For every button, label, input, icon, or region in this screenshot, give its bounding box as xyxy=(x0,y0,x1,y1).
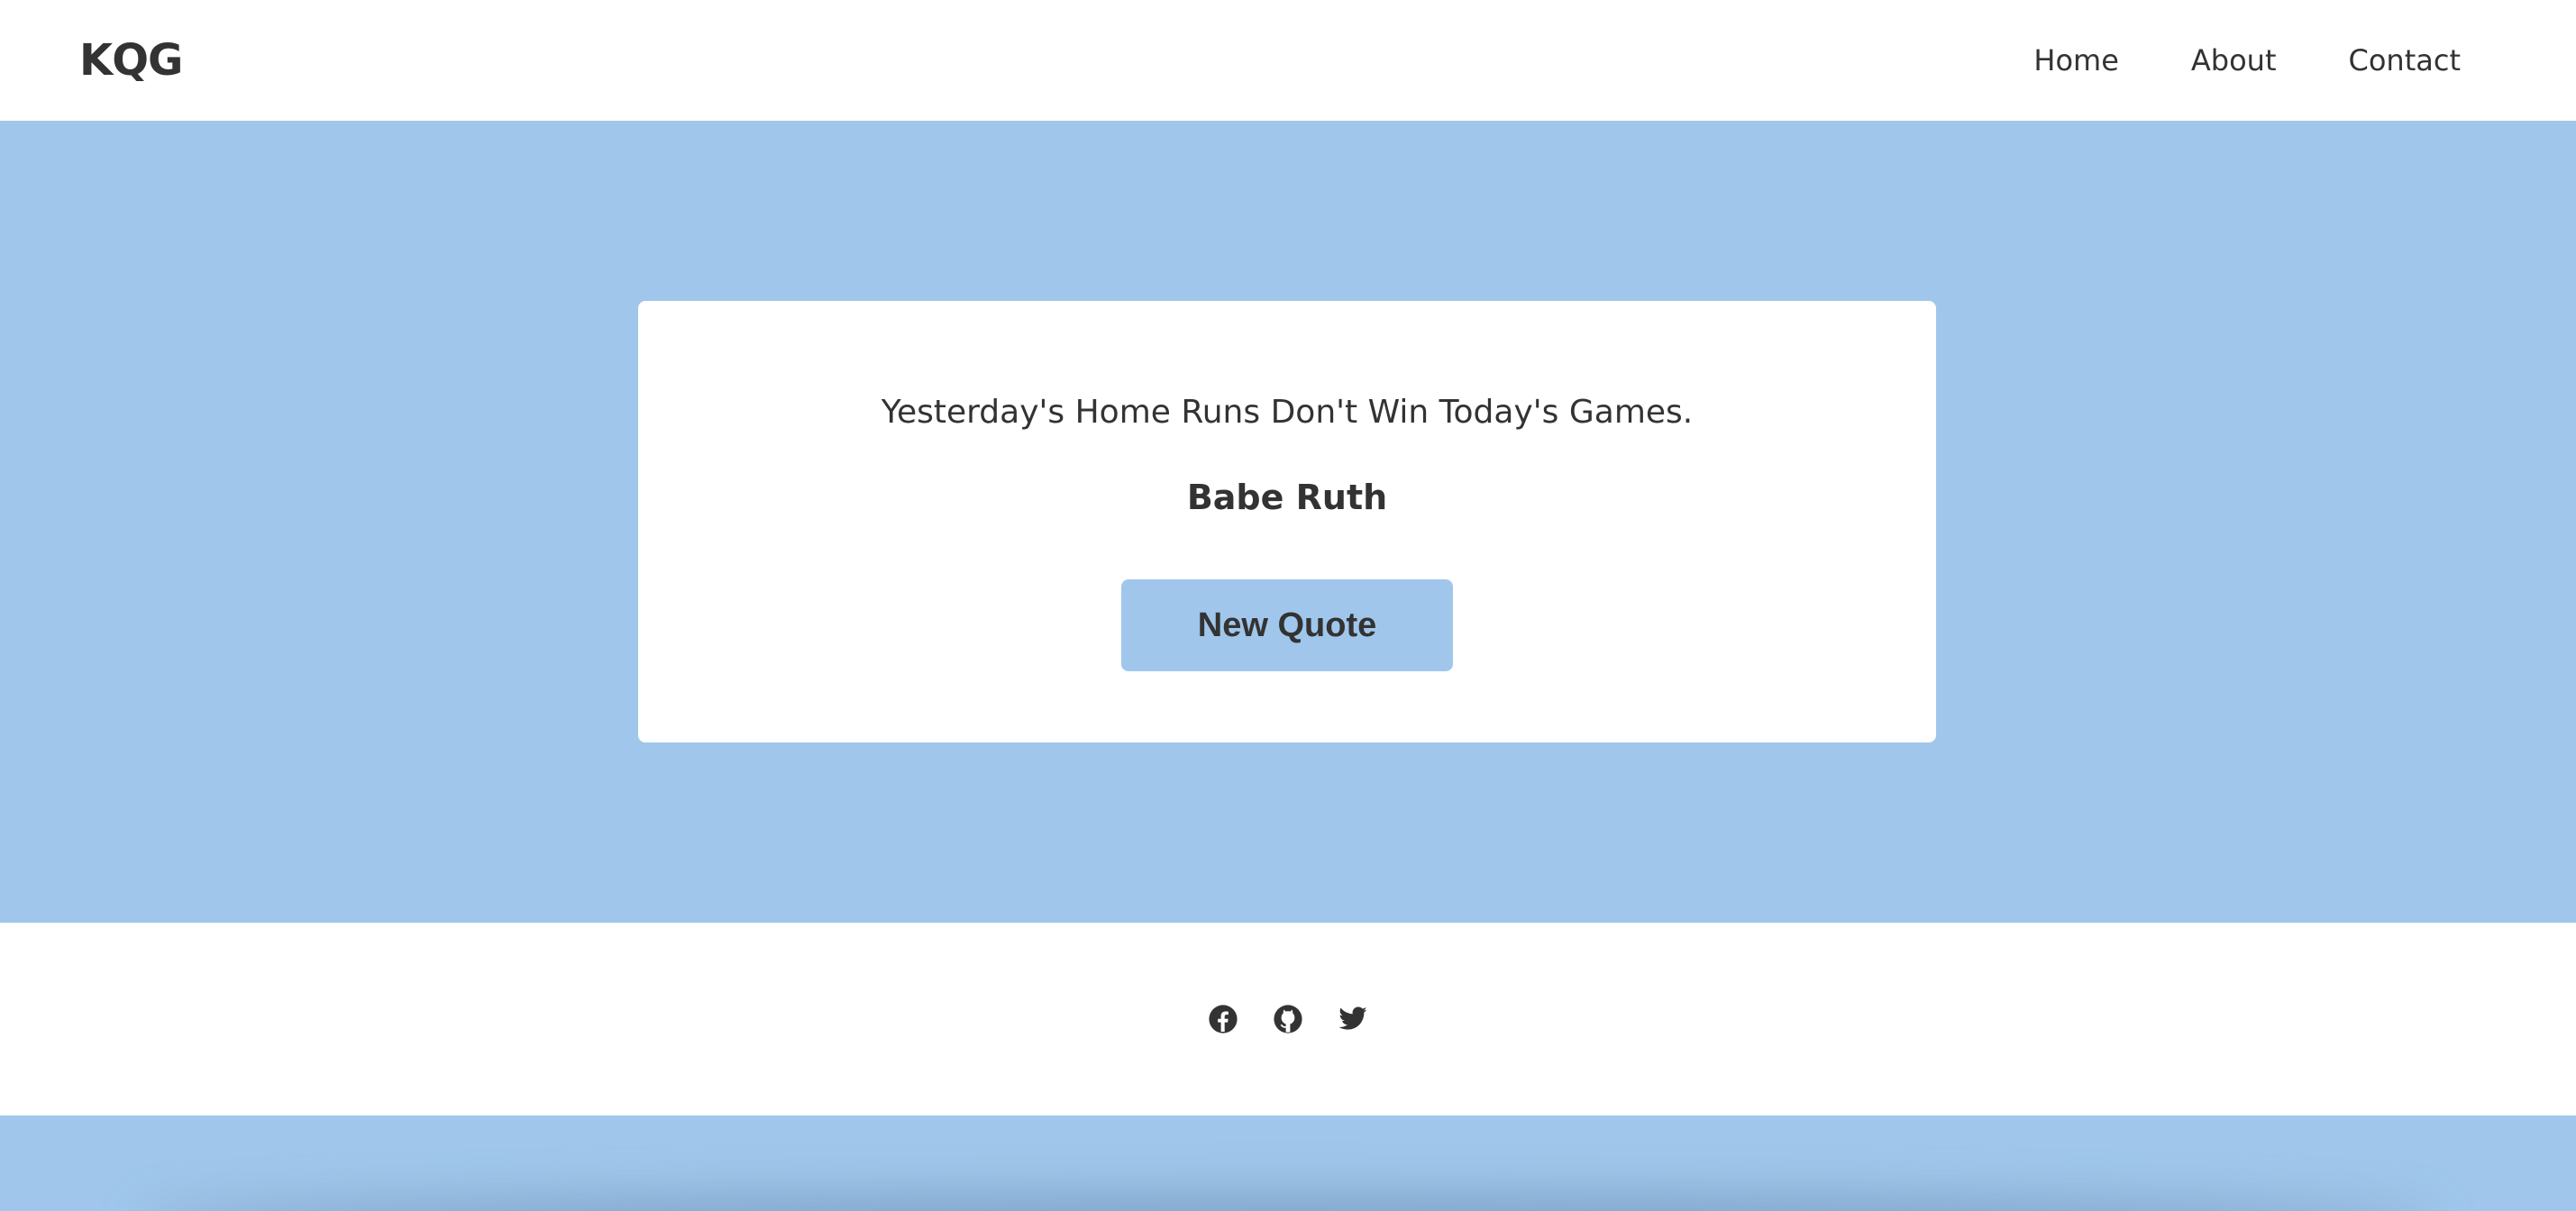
brand-logo[interactable]: KQG xyxy=(79,35,183,86)
footer xyxy=(0,923,2576,1115)
quote-text: Yesterday's Home Runs Don't Win Today's … xyxy=(881,394,1694,431)
new-quote-button[interactable]: New Quote xyxy=(1121,579,1453,671)
facebook-icon[interactable] xyxy=(1208,1004,1238,1034)
bottom-shadow xyxy=(135,1197,2441,1211)
nav-link-home[interactable]: Home xyxy=(2033,43,2119,77)
navbar: KQG Home About Contact xyxy=(0,0,2576,121)
social-links xyxy=(1208,1004,1368,1034)
hero-section: Yesterday's Home Runs Don't Win Today's … xyxy=(0,121,2576,923)
quote-card: Yesterday's Home Runs Don't Win Today's … xyxy=(638,301,1936,742)
nav-link-about[interactable]: About xyxy=(2191,43,2277,77)
quote-author: Babe Ruth xyxy=(1186,478,1388,517)
nav-link-contact[interactable]: Contact xyxy=(2349,43,2462,77)
twitter-icon[interactable] xyxy=(1338,1004,1368,1034)
github-icon[interactable] xyxy=(1273,1004,1303,1034)
bottom-band xyxy=(0,1115,2576,1211)
nav-links: Home About Contact xyxy=(1961,43,2461,77)
